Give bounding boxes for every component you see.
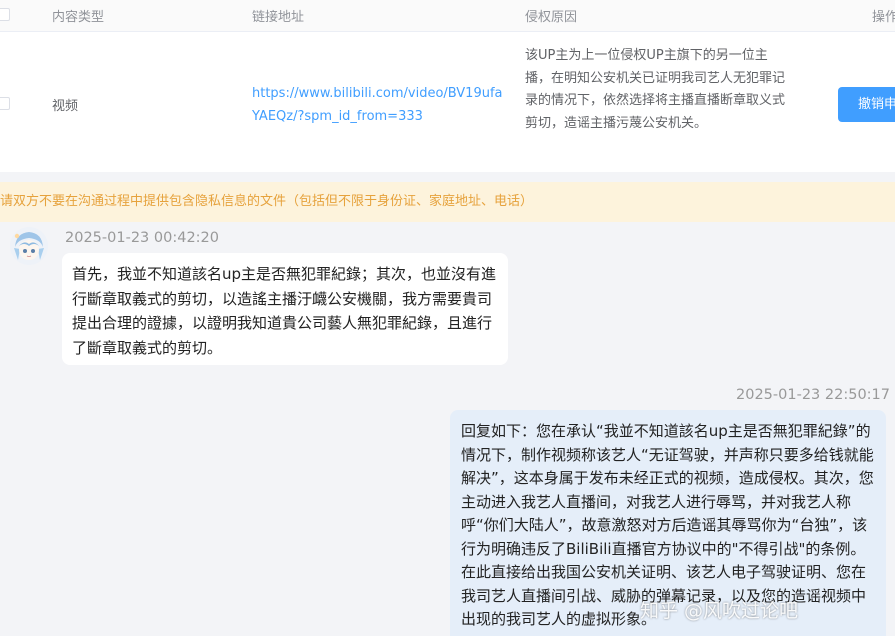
row-checkbox[interactable] (0, 97, 10, 110)
reason-cell: 该UP主为上一位侵权UP主旗下的另一位主播，在明知公安机关已证明我司艺人无犯罪记… (525, 48, 786, 131)
anime-avatar-icon (10, 227, 48, 265)
watermark-text: 知乎 @风吹过论吧 (640, 600, 799, 622)
avatar (10, 227, 48, 265)
header-reason: 侵权原因 (525, 10, 578, 25)
header-content-type: 内容类型 (52, 10, 105, 25)
message-timestamp: 2025-01-23 22:50:17 (736, 387, 890, 403)
watermark: 知乎 @风吹过论吧 (640, 596, 798, 623)
privacy-notice-text: 请双方不要在沟通过程中提供包含隐私信息的文件（包括但不限于身份证、家庭地址、电话… (0, 194, 534, 209)
message-timestamp: 2025-01-23 00:42:20 (65, 230, 219, 246)
header-link: 链接地址 (252, 10, 305, 25)
complaint-table: 内容类型 链接地址 侵权原因 操作 视频 https://www.bilibil… (0, 0, 895, 172)
header-action: 操作 (872, 10, 895, 25)
select-all-checkbox[interactable] (0, 8, 10, 21)
table-header: 内容类型 链接地址 侵权原因 操作 (0, 0, 895, 32)
content-type-cell: 视频 (52, 99, 79, 114)
received-message-bubble: 首先，我並不知道該名up主是否無犯罪紀錄；其次，也並沒有進行斷章取義式的剪切，以… (62, 253, 508, 365)
message-text: 首先，我並不知道該名up主是否無犯罪紀錄；其次，也並沒有進行斷章取義式的剪切，以… (72, 265, 497, 357)
privacy-notice: 请双方不要在沟通过程中提供包含隐私信息的文件（包括但不限于身份证、家庭地址、电话… (0, 182, 895, 222)
withdraw-button[interactable]: 撤销申 (838, 87, 895, 122)
table-row: 视频 https://www.bilibili.com/video/BV19uf… (0, 32, 895, 172)
video-link[interactable]: https://www.bilibili.com/video/BV19ufaYA… (252, 82, 510, 128)
